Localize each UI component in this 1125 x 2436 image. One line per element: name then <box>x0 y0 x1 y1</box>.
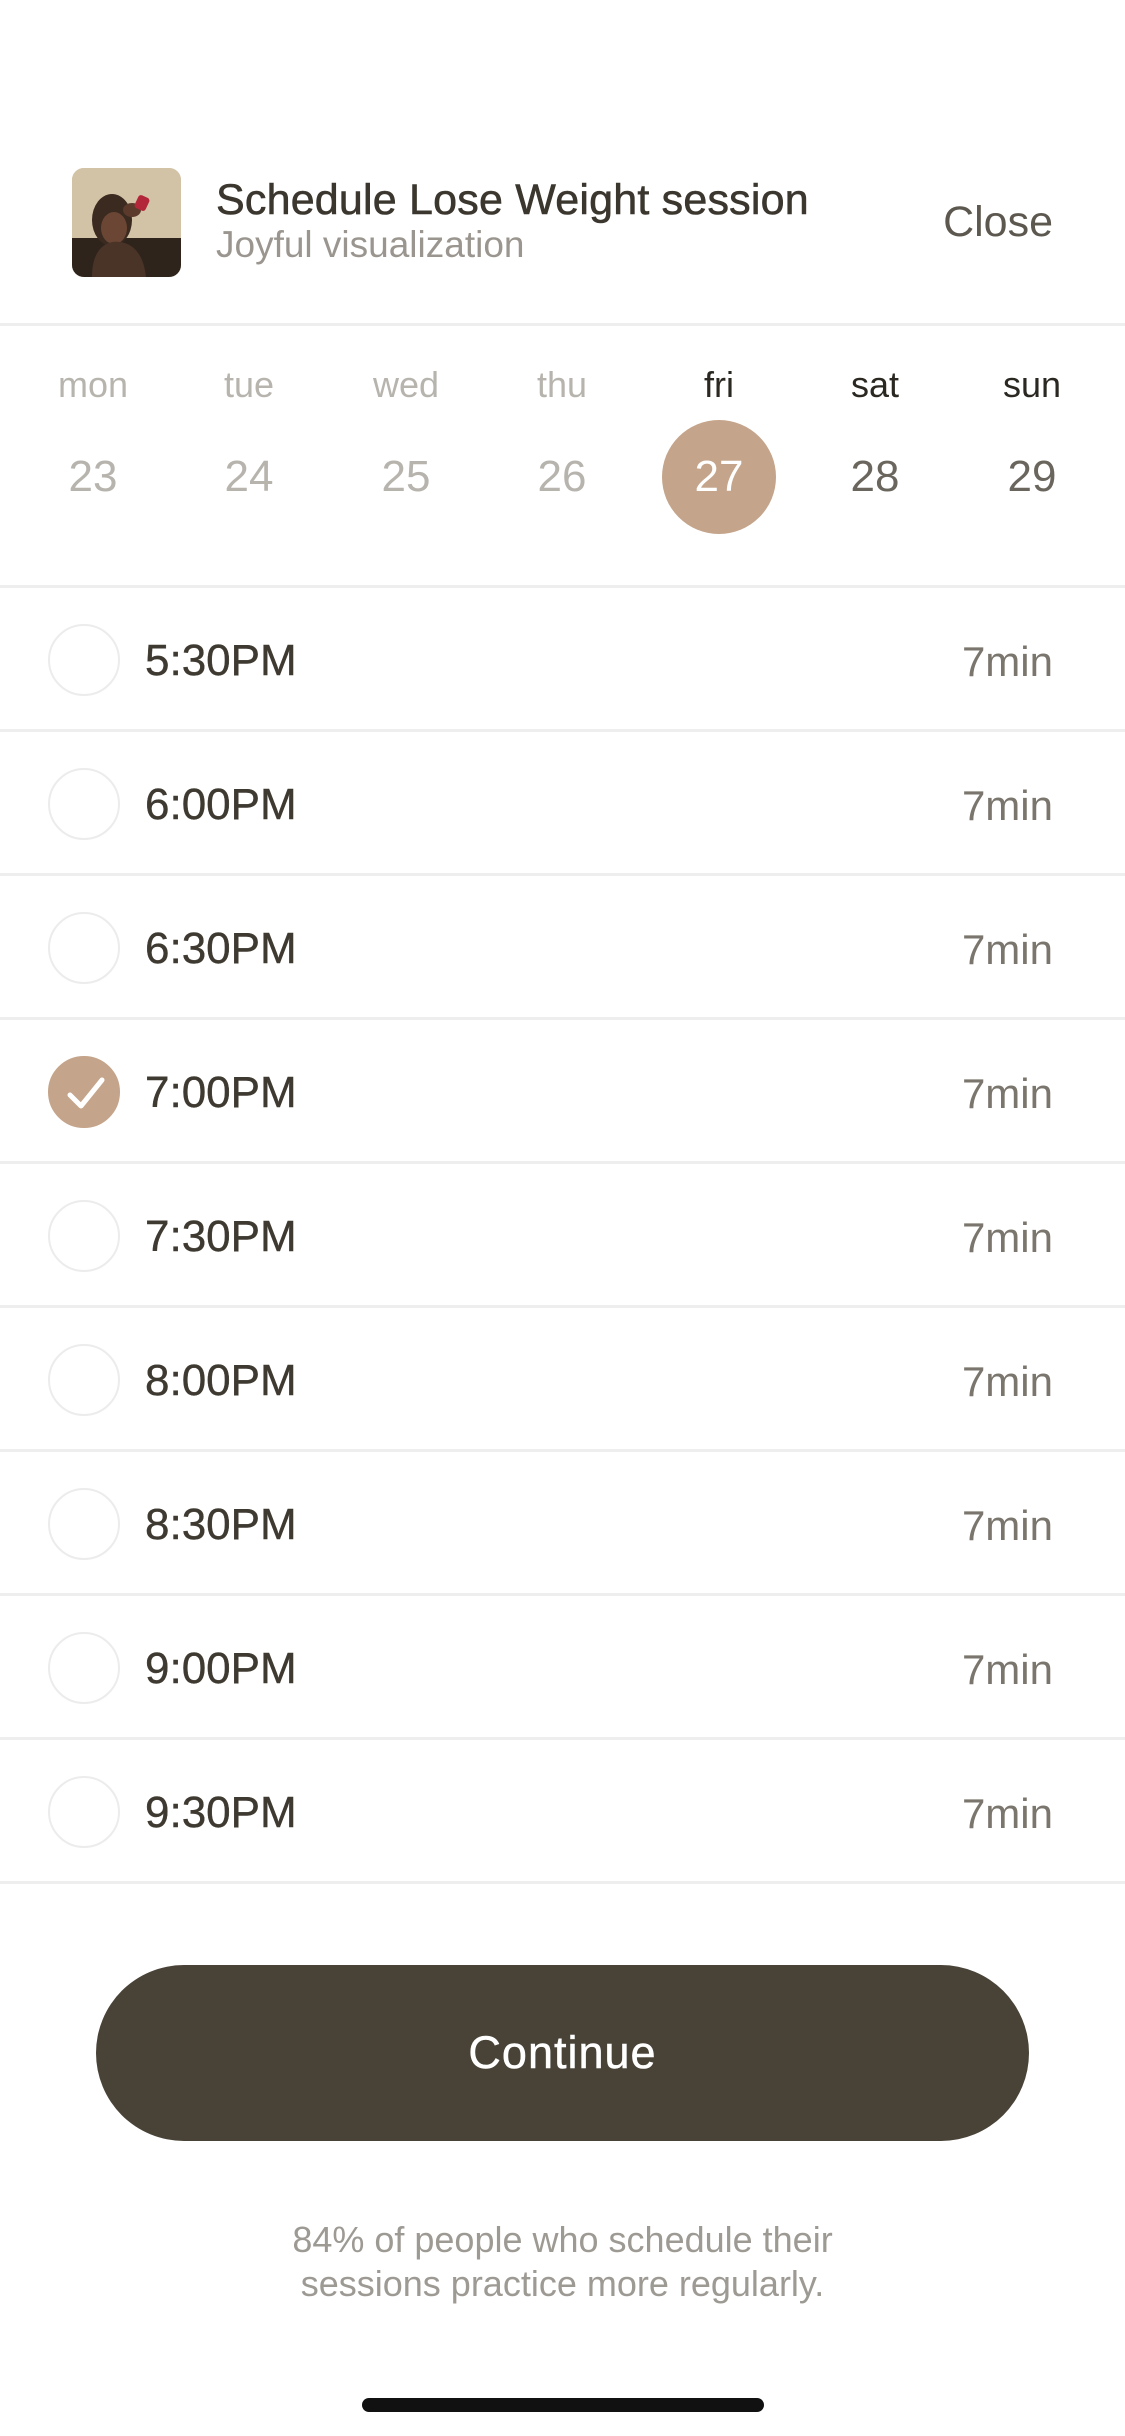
day-name: tue <box>223 364 275 405</box>
slot-time: 5:30PM <box>145 636 297 685</box>
radio-button[interactable] <box>48 624 120 696</box>
time-slot[interactable]: 7:30PM 7min <box>0 1164 1125 1308</box>
slot-duration: 7min <box>961 1358 1053 1405</box>
slot-duration: 7min <box>961 1502 1053 1549</box>
day-number-selected: 27 <box>662 420 776 534</box>
day-thu[interactable]: thu 26 <box>484 326 640 588</box>
slot-time: 9:00PM <box>145 1644 297 1693</box>
footer-note: 84% of people who schedule their session… <box>0 2218 1125 2306</box>
day-name: mon <box>57 364 129 405</box>
slot-duration: 7min <box>961 1646 1053 1693</box>
radio-button-checked[interactable] <box>48 1056 120 1128</box>
day-wed[interactable]: wed 25 <box>328 326 484 588</box>
time-slot-list: 5:30PM 7min 6:00PM 7min 6:30PM 7min 7:00… <box>0 588 1125 1884</box>
header: Schedule Lose Weight session Joyful visu… <box>0 0 1125 326</box>
page-title: Schedule Lose Weight session <box>216 176 809 225</box>
radio-button[interactable] <box>48 768 120 840</box>
day-number: 29 <box>1007 452 1057 501</box>
time-slot[interactable]: 6:30PM 7min <box>0 876 1125 1020</box>
day-name: fri <box>704 364 734 405</box>
footer-note-line: 84% of people who schedule their <box>292 2219 833 2260</box>
slot-duration: 7min <box>961 926 1053 973</box>
slot-duration: 7min <box>961 638 1053 685</box>
schedule-screen: Schedule Lose Weight session Joyful visu… <box>0 0 1125 2436</box>
close-button[interactable]: Close <box>943 198 1053 247</box>
time-slot[interactable]: 5:30PM 7min <box>0 588 1125 732</box>
slot-time: 6:00PM <box>145 780 297 829</box>
home-indicator[interactable] <box>362 2398 764 2412</box>
continue-button[interactable]: Continue <box>96 1965 1029 2141</box>
day-name: thu <box>536 364 588 405</box>
radio-button[interactable] <box>48 1344 120 1416</box>
day-number: 26 <box>537 452 587 501</box>
day-name: wed <box>372 364 440 405</box>
time-slot-selected[interactable]: 7:00PM 7min <box>0 1020 1125 1164</box>
slot-time: 9:30PM <box>145 1788 297 1837</box>
time-slot[interactable]: 8:00PM 7min <box>0 1308 1125 1452</box>
day-sat[interactable]: sat 28 <box>797 326 953 588</box>
radio-button[interactable] <box>48 1632 120 1704</box>
radio-button[interactable] <box>48 1488 120 1560</box>
session-subtitle: Joyful visualization <box>216 224 525 265</box>
radio-button[interactable] <box>48 1200 120 1272</box>
day-sun[interactable]: sun 29 <box>954 326 1110 588</box>
person-drinking-image <box>72 168 181 277</box>
slot-time: 6:30PM <box>145 924 297 973</box>
day-name: sun <box>1002 364 1062 405</box>
day-fri[interactable]: fri 27 <box>641 326 797 588</box>
slot-time: 8:30PM <box>145 1500 297 1549</box>
time-slot[interactable]: 8:30PM 7min <box>0 1452 1125 1596</box>
slot-duration: 7min <box>961 782 1053 829</box>
day-number: 23 <box>68 452 118 501</box>
slot-time: 8:00PM <box>145 1356 297 1405</box>
checkmark-icon <box>67 1077 105 1109</box>
slot-duration: 7min <box>961 1214 1053 1261</box>
radio-button[interactable] <box>48 912 120 984</box>
day-number: 24 <box>224 452 274 501</box>
time-slot[interactable]: 9:00PM 7min <box>0 1596 1125 1740</box>
session-thumbnail <box>72 168 181 277</box>
day-tue[interactable]: tue 24 <box>171 326 327 588</box>
day-mon[interactable]: mon 23 <box>15 326 171 588</box>
day-number: 25 <box>381 452 431 501</box>
slot-duration: 7min <box>961 1070 1053 1117</box>
slot-time: 7:00PM <box>145 1068 297 1117</box>
slot-duration: 7min <box>961 1790 1053 1837</box>
day-number: 28 <box>850 452 900 501</box>
slot-time: 7:30PM <box>145 1212 297 1261</box>
time-slot[interactable]: 6:00PM 7min <box>0 732 1125 876</box>
time-slot[interactable]: 9:30PM 7min <box>0 1740 1125 1884</box>
day-name: sat <box>850 364 900 405</box>
radio-button[interactable] <box>48 1776 120 1848</box>
week-selector: mon 23 tue 24 wed 25 thu 26 fri 27 sat 2… <box>0 326 1125 588</box>
footer-note-line: sessions practice more regularly. <box>300 2263 825 2304</box>
